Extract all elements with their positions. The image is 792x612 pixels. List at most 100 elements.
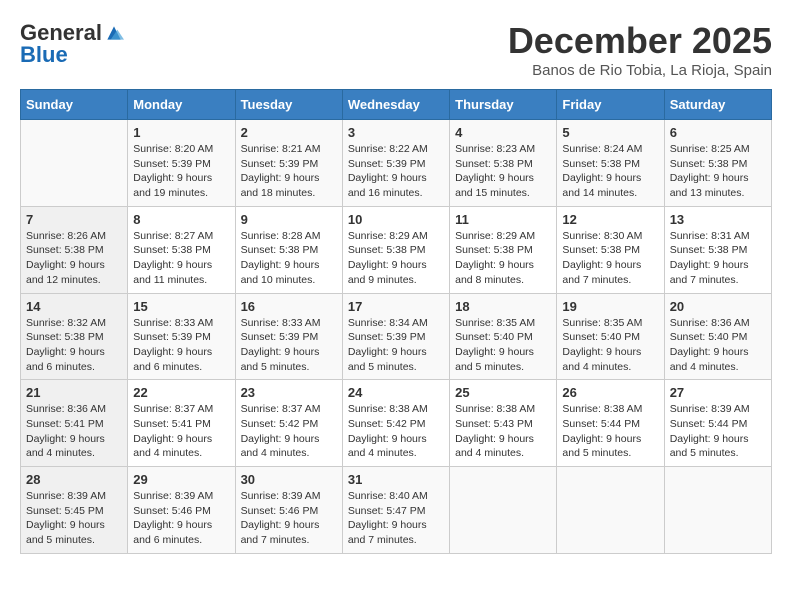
calendar-cell: 18 Sunrise: 8:35 AM Sunset: 5:40 PM Dayli…: [450, 293, 557, 380]
calendar-cell: 1 Sunrise: 8:20 AM Sunset: 5:39 PM Daylig…: [128, 120, 235, 207]
calendar-cell: 28 Sunrise: 8:39 AM Sunset: 5:45 PM Dayli…: [21, 467, 128, 554]
day-number: 12: [562, 212, 658, 227]
calendar-cell: 6Sunrise: 8:25 AM Sunset: 5:38 PM Daylig…: [664, 120, 771, 207]
day-number: 20: [670, 299, 766, 314]
day-info: Sunrise: 8:38 AM Sunset: 5:44 PM Dayligh…: [562, 402, 658, 461]
calendar-cell: 7 Sunrise: 8:26 AM Sunset: 5:38 PM Daylig…: [21, 206, 128, 293]
day-number: 1: [133, 125, 229, 140]
calendar-week-1: 1 Sunrise: 8:20 AM Sunset: 5:39 PM Daylig…: [21, 120, 772, 207]
day-number: 27: [670, 385, 766, 400]
day-info: Sunrise: 8:30 AM Sunset: 5:38 PM Dayligh…: [562, 229, 658, 288]
day-info: Sunrise: 8:38 AM Sunset: 5:42 PM Dayligh…: [348, 402, 444, 461]
calendar-cell: 21Sunrise: 8:36 AM Sunset: 5:41 PM Dayli…: [21, 380, 128, 467]
day-number: 2: [241, 125, 337, 140]
day-info: Sunrise: 8:39 AM Sunset: 5:44 PM Dayligh…: [670, 402, 766, 461]
day-info: Sunrise: 8:20 AM Sunset: 5:39 PM Dayligh…: [133, 142, 229, 201]
weekday-header-thursday: Thursday: [450, 90, 557, 120]
calendar-cell: 22 Sunrise: 8:37 AM Sunset: 5:41 PM Dayli…: [128, 380, 235, 467]
day-info: Sunrise: 8:31 AM Sunset: 5:38 PM Dayligh…: [670, 229, 766, 288]
day-number: 16: [241, 299, 337, 314]
day-number: 26: [562, 385, 658, 400]
logo: General Blue: [20, 20, 124, 68]
day-info: Sunrise: 8:35 AM Sunset: 5:40 PM Dayligh…: [455, 316, 551, 375]
calendar-cell: 15Sunrise: 8:33 AM Sunset: 5:39 PM Dayli…: [128, 293, 235, 380]
weekday-header-wednesday: Wednesday: [342, 90, 449, 120]
location: Banos de Rio Tobia, La Rioja, Spain: [508, 62, 772, 79]
day-number: 18: [455, 299, 551, 314]
day-number: 3: [348, 125, 444, 140]
logo-icon: [104, 23, 124, 43]
calendar-cell: 8 Sunrise: 8:27 AM Sunset: 5:38 PM Daylig…: [128, 206, 235, 293]
title-block: December 2025 Banos de Rio Tobia, La Rio…: [508, 20, 772, 79]
day-info: Sunrise: 8:27 AM Sunset: 5:38 PM Dayligh…: [133, 229, 229, 288]
day-info: Sunrise: 8:25 AM Sunset: 5:38 PM Dayligh…: [670, 142, 766, 201]
weekday-header-friday: Friday: [557, 90, 664, 120]
day-info: Sunrise: 8:39 AM Sunset: 5:45 PM Dayligh…: [26, 489, 122, 548]
calendar-cell: 16 Sunrise: 8:33 AM Sunset: 5:39 PM Dayli…: [235, 293, 342, 380]
day-number: 7: [26, 212, 122, 227]
day-info: Sunrise: 8:23 AM Sunset: 5:38 PM Dayligh…: [455, 142, 551, 201]
calendar-cell: 25 Sunrise: 8:38 AM Sunset: 5:43 PM Dayli…: [450, 380, 557, 467]
day-number: 30: [241, 472, 337, 487]
calendar-cell: 27 Sunrise: 8:39 AM Sunset: 5:44 PM Dayli…: [664, 380, 771, 467]
day-number: 9: [241, 212, 337, 227]
day-info: Sunrise: 8:21 AM Sunset: 5:39 PM Dayligh…: [241, 142, 337, 201]
day-number: 14: [26, 299, 122, 314]
calendar-cell: 5 Sunrise: 8:24 AM Sunset: 5:38 PM Daylig…: [557, 120, 664, 207]
day-info: Sunrise: 8:36 AM Sunset: 5:41 PM Dayligh…: [26, 402, 122, 461]
calendar-cell: 20 Sunrise: 8:36 AM Sunset: 5:40 PM Dayli…: [664, 293, 771, 380]
calendar-cell: 19 Sunrise: 8:35 AM Sunset: 5:40 PM Dayli…: [557, 293, 664, 380]
calendar-cell: 3 Sunrise: 8:22 AM Sunset: 5:39 PM Daylig…: [342, 120, 449, 207]
calendar-cell: 13 Sunrise: 8:31 AM Sunset: 5:38 PM Dayli…: [664, 206, 771, 293]
calendar-cell: 26 Sunrise: 8:38 AM Sunset: 5:44 PM Dayli…: [557, 380, 664, 467]
day-number: 22: [133, 385, 229, 400]
weekday-header-sunday: Sunday: [21, 90, 128, 120]
day-number: 25: [455, 385, 551, 400]
calendar-cell: [21, 120, 128, 207]
calendar-cell: 30 Sunrise: 8:39 AM Sunset: 5:46 PM Dayli…: [235, 467, 342, 554]
calendar-cell: [450, 467, 557, 554]
calendar-cell: 10Sunrise: 8:29 AM Sunset: 5:38 PM Dayli…: [342, 206, 449, 293]
calendar-cell: 24 Sunrise: 8:38 AM Sunset: 5:42 PM Dayli…: [342, 380, 449, 467]
day-info: Sunrise: 8:37 AM Sunset: 5:41 PM Dayligh…: [133, 402, 229, 461]
day-info: Sunrise: 8:36 AM Sunset: 5:40 PM Dayligh…: [670, 316, 766, 375]
page-header: General Blue December 2025 Banos de Rio …: [20, 20, 772, 79]
weekday-header-saturday: Saturday: [664, 90, 771, 120]
day-info: Sunrise: 8:34 AM Sunset: 5:39 PM Dayligh…: [348, 316, 444, 375]
day-info: Sunrise: 8:33 AM Sunset: 5:39 PM Dayligh…: [241, 316, 337, 375]
calendar-cell: 31 Sunrise: 8:40 AM Sunset: 5:47 PM Dayli…: [342, 467, 449, 554]
day-info: Sunrise: 8:28 AM Sunset: 5:38 PM Dayligh…: [241, 229, 337, 288]
calendar-week-5: 28 Sunrise: 8:39 AM Sunset: 5:45 PM Dayli…: [21, 467, 772, 554]
day-info: Sunrise: 8:29 AM Sunset: 5:38 PM Dayligh…: [455, 229, 551, 288]
day-number: 13: [670, 212, 766, 227]
calendar-cell: 14 Sunrise: 8:32 AM Sunset: 5:38 PM Dayli…: [21, 293, 128, 380]
day-number: 5: [562, 125, 658, 140]
calendar-cell: 4Sunrise: 8:23 AM Sunset: 5:38 PM Daylig…: [450, 120, 557, 207]
day-number: 28: [26, 472, 122, 487]
logo-blue: Blue: [20, 42, 68, 67]
day-number: 10: [348, 212, 444, 227]
day-info: Sunrise: 8:40 AM Sunset: 5:47 PM Dayligh…: [348, 489, 444, 548]
calendar-week-2: 7 Sunrise: 8:26 AM Sunset: 5:38 PM Daylig…: [21, 206, 772, 293]
calendar-week-3: 14 Sunrise: 8:32 AM Sunset: 5:38 PM Dayli…: [21, 293, 772, 380]
calendar-cell: 12 Sunrise: 8:30 AM Sunset: 5:38 PM Dayli…: [557, 206, 664, 293]
day-info: Sunrise: 8:22 AM Sunset: 5:39 PM Dayligh…: [348, 142, 444, 201]
weekday-header-tuesday: Tuesday: [235, 90, 342, 120]
day-info: Sunrise: 8:26 AM Sunset: 5:38 PM Dayligh…: [26, 229, 122, 288]
calendar-week-4: 21Sunrise: 8:36 AM Sunset: 5:41 PM Dayli…: [21, 380, 772, 467]
calendar-cell: 9 Sunrise: 8:28 AM Sunset: 5:38 PM Daylig…: [235, 206, 342, 293]
day-number: 31: [348, 472, 444, 487]
calendar-header-row: SundayMondayTuesdayWednesdayThursdayFrid…: [21, 90, 772, 120]
day-info: Sunrise: 8:38 AM Sunset: 5:43 PM Dayligh…: [455, 402, 551, 461]
day-number: 24: [348, 385, 444, 400]
day-info: Sunrise: 8:32 AM Sunset: 5:38 PM Dayligh…: [26, 316, 122, 375]
calendar-cell: 29Sunrise: 8:39 AM Sunset: 5:46 PM Dayli…: [128, 467, 235, 554]
day-info: Sunrise: 8:39 AM Sunset: 5:46 PM Dayligh…: [241, 489, 337, 548]
day-number: 8: [133, 212, 229, 227]
month-title: December 2025: [508, 20, 772, 62]
calendar-table: SundayMondayTuesdayWednesdayThursdayFrid…: [20, 89, 772, 554]
calendar-cell: 17Sunrise: 8:34 AM Sunset: 5:39 PM Dayli…: [342, 293, 449, 380]
day-info: Sunrise: 8:24 AM Sunset: 5:38 PM Dayligh…: [562, 142, 658, 201]
day-info: Sunrise: 8:35 AM Sunset: 5:40 PM Dayligh…: [562, 316, 658, 375]
day-number: 19: [562, 299, 658, 314]
